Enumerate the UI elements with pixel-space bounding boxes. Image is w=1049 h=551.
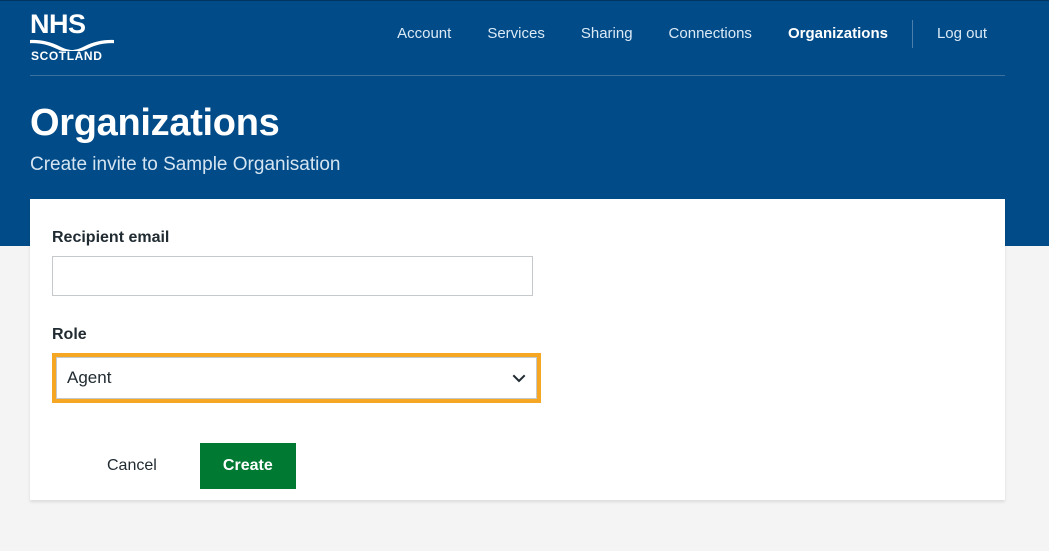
role-label: Role xyxy=(52,326,87,343)
nav-item-account[interactable]: Account xyxy=(379,22,469,46)
page-title: Organizations xyxy=(30,102,280,144)
page-root: NHS SCOTLAND Account Services Sharing Co… xyxy=(0,0,1049,551)
nhs-logo-primary-text: NHS xyxy=(30,9,86,39)
chevron-down-icon xyxy=(512,374,526,383)
nav-item-services[interactable]: Services xyxy=(469,22,563,46)
cancel-button[interactable]: Cancel xyxy=(107,456,157,476)
recipient-email-input[interactable] xyxy=(52,256,533,296)
nav-item-organizations[interactable]: Organizations xyxy=(770,22,906,46)
role-select-value: Agent xyxy=(67,368,112,387)
create-button[interactable]: Create xyxy=(199,443,296,489)
nhs-logo-secondary-text: SCOTLAND xyxy=(31,49,103,63)
nav-item-connections[interactable]: Connections xyxy=(651,22,770,46)
role-select-focus-ring: Agent xyxy=(52,353,541,403)
site-header: NHS SCOTLAND Account Services Sharing Co… xyxy=(30,0,1005,76)
main-navigation: Account Services Sharing Connections Org… xyxy=(379,20,1005,48)
form-actions: Cancel Create xyxy=(52,443,983,489)
page-subtitle: Create invite to Sample Organisation xyxy=(30,154,341,175)
invite-form: Recipient email Role Agent Cancel Create xyxy=(30,199,1005,489)
header-divider xyxy=(30,75,1005,76)
logout-link[interactable]: Log out xyxy=(919,22,1005,46)
nav-item-sharing[interactable]: Sharing xyxy=(563,22,651,46)
role-select[interactable]: Agent xyxy=(56,357,537,399)
nav-divider xyxy=(911,20,913,48)
role-group: Role Agent xyxy=(52,324,983,403)
recipient-email-label: Recipient email xyxy=(52,229,170,246)
title-block: Organizations Create invite to Sample Or… xyxy=(30,100,830,178)
recipient-email-group: Recipient email xyxy=(52,227,983,296)
nhs-scotland-logo[interactable]: NHS SCOTLAND xyxy=(30,11,116,63)
invite-form-card: Recipient email Role Agent Cancel Create xyxy=(30,199,1005,500)
